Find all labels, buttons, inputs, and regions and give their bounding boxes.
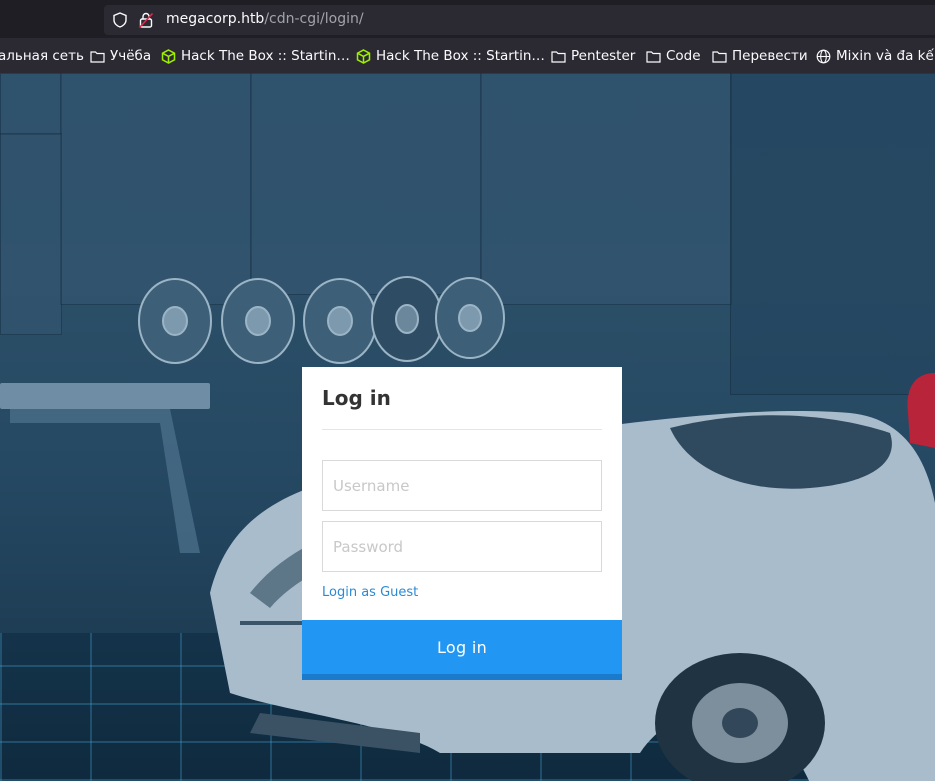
login-as-guest-link[interactable]: Login as Guest: [322, 585, 418, 600]
folder-icon: [551, 50, 566, 63]
login-submit-button[interactable]: Log in: [302, 620, 622, 680]
folder-icon: [90, 50, 105, 63]
insecure-lock-icon[interactable]: [138, 11, 154, 33]
folder-icon: [646, 50, 661, 63]
url-text[interactable]: megacorp.htb/cdn-cgi/login/: [166, 11, 364, 27]
bookmark-folder[interactable]: Учёба: [90, 47, 151, 65]
bookmark-label: Pentester: [571, 48, 636, 64]
bookmark-item[interactable]: Hack The Box :: Startin…: [161, 47, 350, 65]
bookmark-item[interactable]: Mixin và đa kế t: [816, 47, 935, 65]
bookmark-folder[interactable]: Code: [646, 47, 701, 65]
tracking-protection-shield-icon[interactable]: [112, 12, 128, 32]
login-title: Log in: [322, 386, 391, 410]
wall-panel: [250, 73, 482, 295]
login-card: Log in Login as Guest Log in: [302, 367, 622, 680]
bookmark-label: Учёба: [110, 48, 152, 64]
folder-icon: [712, 50, 727, 63]
page-background: Log in Login as Guest Log in: [0, 73, 935, 781]
bookmark-item[interactable]: альная сеть: [0, 47, 84, 65]
globe-icon: [816, 49, 831, 63]
wall-panel: [0, 73, 62, 135]
title-divider: [322, 429, 602, 430]
url-host: megacorp.htb: [166, 11, 265, 27]
address-bar[interactable]: megacorp.htb/cdn-cgi/login/: [104, 5, 935, 35]
username-input[interactable]: [322, 460, 602, 511]
htb-cube-icon: [161, 48, 176, 64]
bookmark-label: Перевести: [732, 48, 808, 64]
bookmark-folder[interactable]: Перевести: [712, 47, 808, 65]
wall-panel: [0, 133, 62, 335]
shelf-stand: [10, 409, 200, 553]
wall-panel: [60, 73, 252, 305]
url-path: /cdn-cgi/login/: [264, 11, 364, 27]
bookmark-label: Hack The Box :: Startin…: [181, 48, 350, 64]
bookmark-item[interactable]: Hack The Box :: Startin…: [356, 47, 545, 65]
bookmark-label: Mixin và đa kế t: [836, 48, 935, 64]
bookmark-label: альная сеть: [0, 48, 84, 64]
bookmark-label: Hack The Box :: Startin…: [376, 48, 545, 64]
password-input[interactable]: [322, 521, 602, 572]
bookmarks-toolbar: альная сеть Учёба Hack The Box :: Starti…: [0, 38, 935, 74]
htb-cube-icon: [356, 48, 371, 64]
wall-panel: [480, 73, 732, 305]
browser-toolbar: megacorp.htb/cdn-cgi/login/: [0, 0, 935, 38]
bookmark-label: Code: [666, 48, 701, 64]
wall-panel: [730, 73, 935, 395]
bookmark-folder[interactable]: Pentester: [551, 47, 635, 65]
